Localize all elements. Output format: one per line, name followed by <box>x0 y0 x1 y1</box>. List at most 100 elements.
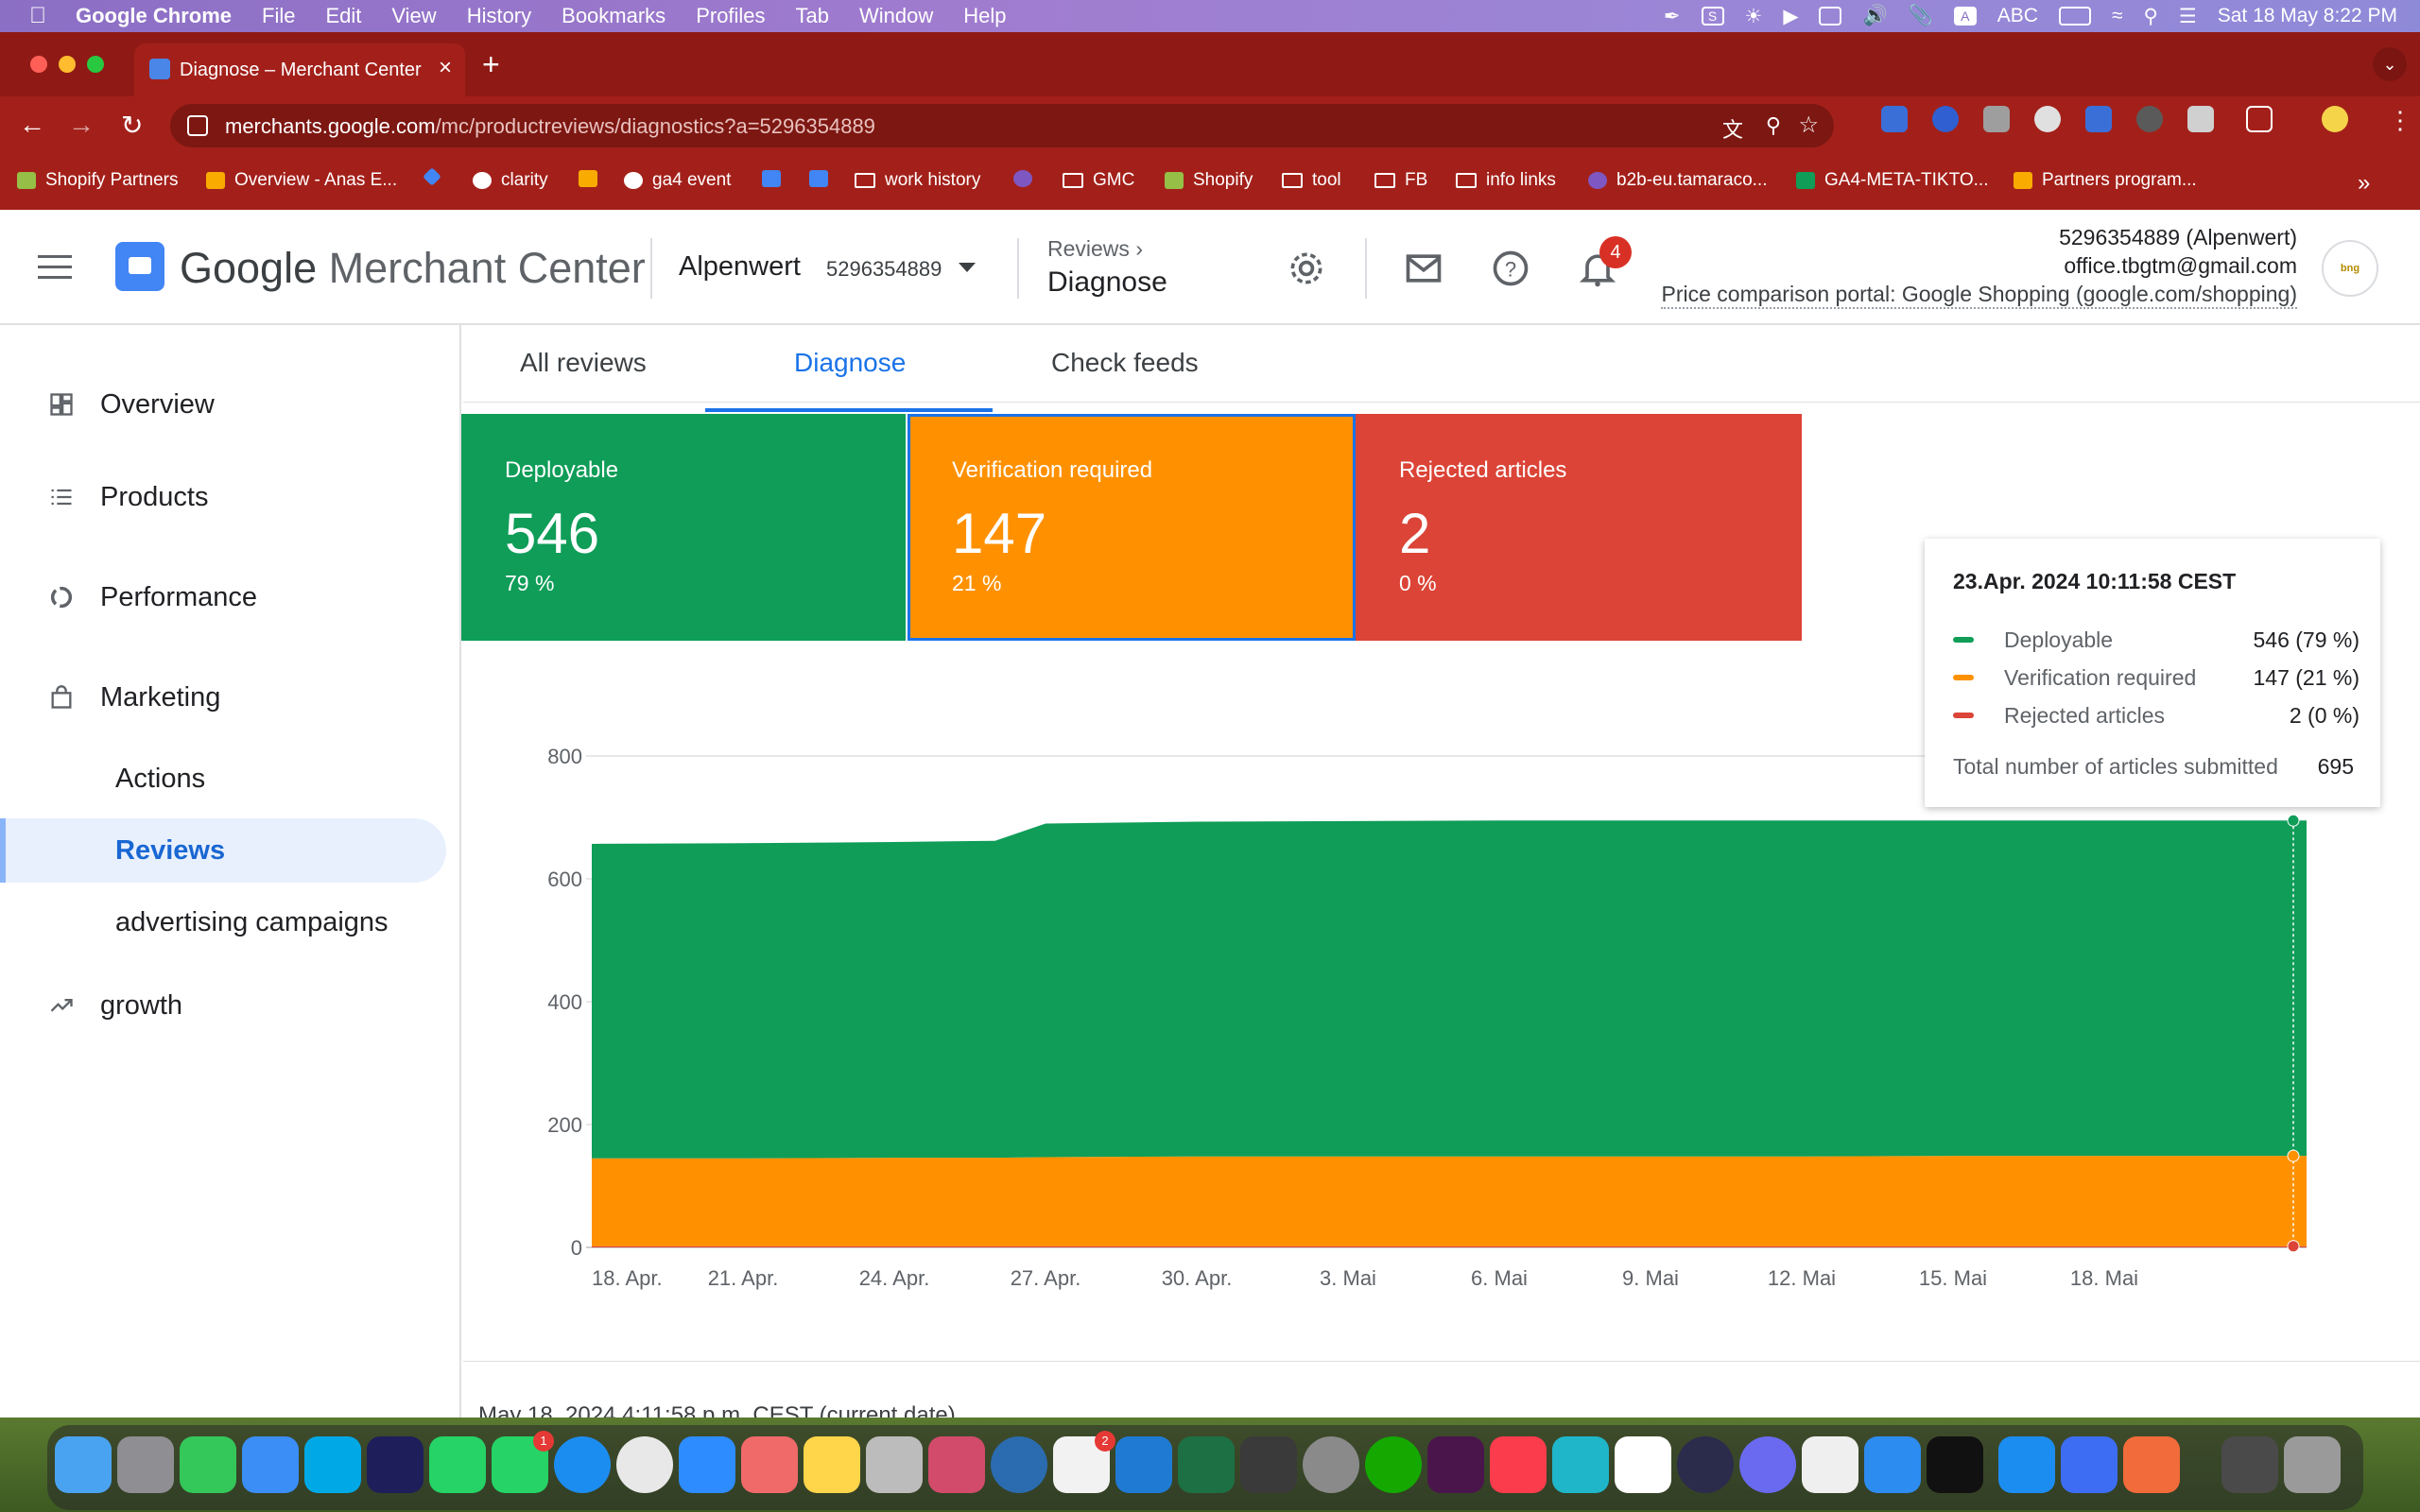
mail-app-icon[interactable] <box>242 1436 299 1493</box>
quicktime-icon[interactable] <box>991 1436 1047 1493</box>
extension-code-icon[interactable] <box>1983 106 2010 132</box>
close-window-button[interactable] <box>30 56 47 73</box>
apple-menu-icon[interactable]:  <box>0 3 76 29</box>
bookmark-gmc[interactable]: GMC <box>1063 170 1134 191</box>
safari-icon[interactable] <box>554 1436 611 1493</box>
sidebar-item-products[interactable]: Products <box>0 465 446 529</box>
settings-gear-icon[interactable] <box>1286 248 1327 289</box>
account-id[interactable]: 5296354889 <box>826 257 942 282</box>
sublime-text-icon[interactable] <box>1240 1436 1297 1493</box>
bookmark-tool[interactable]: tool <box>1282 170 1341 191</box>
menu-view[interactable]: View <box>391 4 436 28</box>
bookmark-meta[interactable] <box>1013 170 1032 187</box>
brightness-icon[interactable]: ☀ <box>1745 5 1763 28</box>
extension-4-icon[interactable] <box>2034 106 2061 132</box>
textedit-icon[interactable] <box>1802 1436 1858 1493</box>
bookmark-overview[interactable]: Overview - Anas E... <box>206 170 397 191</box>
system-settings-icon[interactable] <box>1303 1436 1359 1493</box>
browser-tab-active[interactable]: Diagnose – Merchant Center × <box>134 43 465 96</box>
menu-app-name[interactable]: Google Chrome <box>76 4 232 28</box>
slack-icon[interactable] <box>1427 1436 1484 1493</box>
sidebar-item-marketing[interactable]: Marketing <box>0 665 446 730</box>
close-tab-icon[interactable]: × <box>439 55 452 81</box>
app-logo-text[interactable]: Google Merchant Center <box>180 244 646 293</box>
new-tab-icon[interactable]: + <box>482 47 500 82</box>
premiere-pro-icon[interactable] <box>367 1436 424 1493</box>
music-icon[interactable] <box>1490 1436 1547 1493</box>
tab-search-chevron-icon[interactable]: ⌄ <box>2373 47 2407 81</box>
extension-search-icon[interactable] <box>2187 106 2214 132</box>
card-verification-required[interactable]: Verification required 147 21 % <box>908 414 1356 641</box>
trash-icon[interactable] <box>2284 1436 2341 1493</box>
address-bar-url[interactable]: merchants.google.com/mc/productreviews/d… <box>225 114 875 139</box>
card-deployable[interactable]: Deployable 546 79 % <box>461 414 906 641</box>
bookmark-tag[interactable] <box>809 170 828 187</box>
sidebar-item-overview[interactable]: Overview <box>0 372 446 437</box>
bookmark-bars[interactable] <box>579 170 597 187</box>
bookmark-shopify-partners[interactable]: Shopify Partners <box>17 170 178 191</box>
sidebar-item-growth[interactable]: growth <box>0 973 446 1038</box>
extension-6-icon[interactable] <box>2136 106 2163 132</box>
maximize-window-button[interactable] <box>87 56 104 73</box>
vscode-icon[interactable] <box>1115 1436 1172 1493</box>
feather-icon[interactable]: ✒ <box>1664 5 1681 28</box>
r-app-icon[interactable] <box>1927 1436 1983 1493</box>
minimize-window-button[interactable] <box>59 56 76 73</box>
translate-icon[interactable]: 文 <box>1722 113 1743 144</box>
diagnostics-area-chart[interactable]: 0 200 400 600 800 18. Apr. 21. Apr. 24. Apr. 27.… <box>510 728 2354 1304</box>
reload-icon[interactable]: ↻ <box>121 110 143 141</box>
address-bar[interactable]: merchants.google.com/mc/productreviews/d… <box>170 104 1834 147</box>
card-rejected-articles[interactable]: Rejected articles 2 0 % <box>1356 414 1802 641</box>
wifi-icon[interactable]: ≈ <box>2112 5 2123 27</box>
bookmark-work-history[interactable]: work history <box>855 170 980 191</box>
forward-arrow-icon[interactable]: → <box>68 110 95 140</box>
menu-history[interactable]: History <box>467 4 531 28</box>
spotlight-search-icon[interactable]: ⚲ <box>2144 5 2158 28</box>
downloads-stack-icon[interactable] <box>2221 1436 2278 1493</box>
input-source-icon[interactable]: A <box>1953 7 1977 26</box>
launchpad-icon[interactable] <box>117 1436 174 1493</box>
obs-icon[interactable] <box>1677 1436 1734 1493</box>
menu-tab[interactable]: Tab <box>796 4 829 28</box>
account-dropdown-icon[interactable] <box>959 263 976 272</box>
app-store-icon[interactable] <box>1998 1436 2055 1493</box>
breadcrumb-parent[interactable]: Reviews › <box>1047 236 1143 262</box>
tab-check-feeds[interactable]: Check feeds <box>1051 348 1199 378</box>
paperclip-icon[interactable]: 📎 <box>1909 5 1933 27</box>
control-center-icon[interactable]: ☰ <box>2179 5 2197 28</box>
menu-help[interactable]: Help <box>963 4 1006 28</box>
extensions-puzzle-icon[interactable] <box>2246 106 2273 132</box>
zoom-icon[interactable] <box>679 1436 735 1493</box>
tab-diagnose[interactable]: Diagnose <box>794 348 906 378</box>
more-bookmarks-icon[interactable]: » <box>2358 170 2370 197</box>
profile-avatar-icon[interactable] <box>2322 106 2348 132</box>
sidebar-item-actions[interactable]: Actions <box>0 747 446 811</box>
play-icon[interactable]: ▶ <box>1783 5 1798 28</box>
menubar-datetime[interactable]: Sat 18 May 8:22 PM <box>2218 5 2397 27</box>
messages-icon[interactable] <box>180 1436 236 1493</box>
flower-app-icon[interactable] <box>1739 1436 1796 1493</box>
account-avatar[interactable]: bng <box>2322 240 2378 297</box>
s-app-dock-icon[interactable] <box>2123 1436 2180 1493</box>
screen-mirror-icon[interactable] <box>1819 7 1842 26</box>
asana-icon[interactable] <box>741 1436 798 1493</box>
mail-icon[interactable] <box>1403 248 1444 289</box>
battery-icon[interactable] <box>2058 7 2091 26</box>
menu-edit[interactable]: Edit <box>325 4 361 28</box>
bookmark-shopify[interactable]: Shopify <box>1165 170 1253 191</box>
menu-bookmarks[interactable]: Bookmarks <box>562 4 666 28</box>
bookmark-ga4-meta[interactable]: GA4-META-TIKTO... <box>1796 170 1988 191</box>
s-app-icon[interactable]: S <box>1701 7 1724 26</box>
bookmark-info-links[interactable]: info links <box>1456 170 1556 191</box>
help-icon[interactable]: ? <box>1490 248 1531 289</box>
bookmark-b2b[interactable]: b2b-eu.tamaraco... <box>1588 170 1767 191</box>
price-comparison-portal[interactable]: Price comparison portal: Google Shopping… <box>1661 282 2297 309</box>
whatsapp-icon[interactable] <box>429 1436 486 1493</box>
back-arrow-icon[interactable]: ← <box>19 110 45 140</box>
bookmark-ga4-event[interactable]: ga4 event <box>624 170 731 191</box>
vectornator-icon[interactable] <box>928 1436 985 1493</box>
bookmark-fb[interactable]: FB <box>1374 170 1427 191</box>
menu-profiles[interactable]: Profiles <box>696 4 765 28</box>
sidebar-item-reviews[interactable]: Reviews <box>0 818 446 883</box>
notes-icon[interactable] <box>804 1436 860 1493</box>
